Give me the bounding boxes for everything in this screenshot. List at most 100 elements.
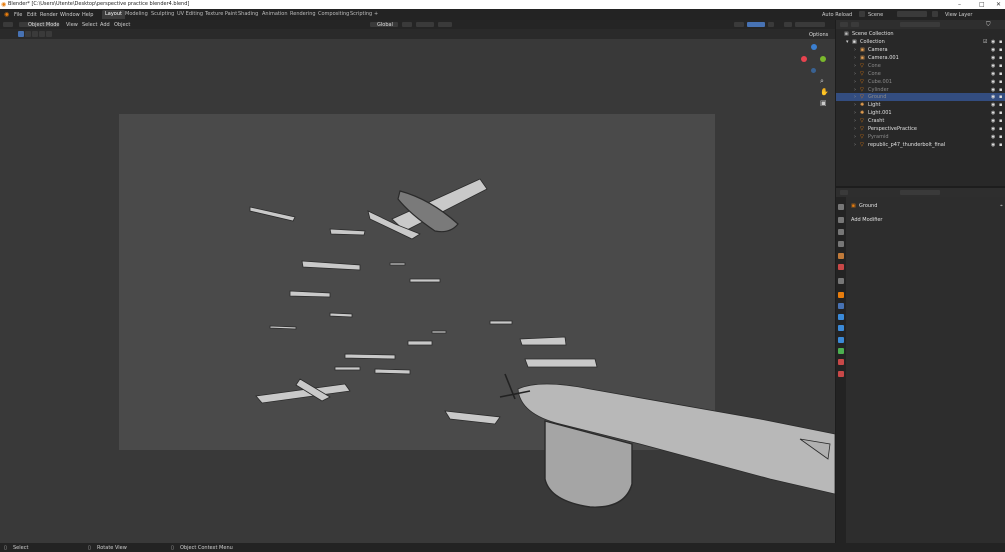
- particles-tab-icon[interactable]: [838, 314, 844, 320]
- eye-icon[interactable]: ◉: [991, 55, 995, 61]
- render-camera-icon[interactable]: ▪: [999, 110, 1002, 116]
- outliner-item[interactable]: › ▽ Cone ◉ ▪: [836, 70, 1005, 78]
- menu-render[interactable]: Render: [40, 12, 58, 18]
- view-layer-selector[interactable]: View Layer: [945, 12, 972, 18]
- eye-icon[interactable]: ◉: [991, 79, 995, 85]
- gizmo-button[interactable]: [747, 22, 765, 27]
- collection-expand-icon[interactable]: ▾: [846, 39, 849, 45]
- menu-file[interactable]: File: [14, 12, 22, 18]
- outliner-item[interactable]: › ▽ Pyramid ◉ ▪: [836, 133, 1005, 141]
- outliner-item[interactable]: › ▣ Camera ◉ ▪: [836, 46, 1005, 54]
- view-layer-icon[interactable]: [932, 11, 938, 17]
- shading-mode-buttons[interactable]: [795, 22, 825, 27]
- expand-arrow-icon[interactable]: ›: [854, 63, 856, 69]
- proportional-edit-button[interactable]: [438, 22, 452, 27]
- add-workspace-button[interactable]: +: [371, 10, 381, 19]
- scene-selector[interactable]: Scene: [868, 12, 883, 18]
- scene-icon[interactable]: [859, 11, 865, 17]
- outliner-item[interactable]: › ✺ Light ◉ ▪: [836, 101, 1005, 109]
- outliner-search-input[interactable]: [900, 22, 940, 27]
- gizmo-neg-z-axis[interactable]: [811, 68, 816, 73]
- data-tab-icon[interactable]: [838, 348, 844, 354]
- select-invert-icon[interactable]: [39, 31, 45, 37]
- visibility-button[interactable]: [734, 22, 744, 27]
- collection-tab-icon[interactable]: [838, 278, 844, 284]
- menu-object[interactable]: Object: [114, 22, 130, 28]
- render-camera-icon[interactable]: ▪: [999, 142, 1002, 148]
- modifier-tab-icon[interactable]: [838, 303, 844, 309]
- outliner-item[interactable]: › ▽ Cone ◉ ▪: [836, 62, 1005, 70]
- close-button[interactable]: ✕: [996, 1, 1001, 8]
- render-camera-icon[interactable]: ▪: [999, 55, 1002, 61]
- eye-icon[interactable]: ◉: [991, 39, 995, 45]
- expand-arrow-icon[interactable]: ›: [854, 94, 856, 100]
- gizmo-y-axis[interactable]: [820, 56, 826, 62]
- render-camera-icon[interactable]: ▪: [999, 94, 1002, 100]
- scene-name-field[interactable]: [897, 11, 927, 17]
- tab-shading[interactable]: Shading: [235, 10, 261, 19]
- outliner-collection[interactable]: ▾ ▣ Collection ☑ ◉ ▪: [836, 38, 1005, 46]
- editor-type-button[interactable]: [3, 22, 13, 27]
- pan-hand-icon[interactable]: ✋: [820, 88, 829, 96]
- render-camera-icon[interactable]: ▪: [999, 47, 1002, 53]
- expand-arrow-icon[interactable]: ›: [854, 118, 856, 124]
- render-camera-icon[interactable]: ▪: [999, 63, 1002, 69]
- properties-editor-type[interactable]: [840, 190, 848, 195]
- zoom-icon[interactable]: ⌕: [820, 77, 824, 86]
- outliner-item[interactable]: › ▽ Cylinder ◉ ▪: [836, 86, 1005, 94]
- filter-icon[interactable]: ⛉: [986, 21, 991, 29]
- render-tab-icon[interactable]: [838, 217, 844, 223]
- auto-reload-label[interactable]: Auto Reload: [822, 12, 852, 18]
- expand-arrow-icon[interactable]: ›: [854, 55, 856, 61]
- collection-checkbox-icon[interactable]: ☑: [983, 39, 987, 45]
- eye-icon[interactable]: ◉: [991, 142, 995, 148]
- xray-button[interactable]: [784, 22, 792, 27]
- expand-arrow-icon[interactable]: ›: [854, 102, 856, 108]
- menu-edit[interactable]: Edit: [27, 12, 37, 18]
- properties-search-input[interactable]: [900, 190, 940, 195]
- tab-animation[interactable]: Animation: [259, 10, 291, 19]
- menu-view[interactable]: View: [66, 22, 78, 28]
- menu-add[interactable]: Add: [100, 22, 110, 28]
- expand-arrow-icon[interactable]: ›: [854, 87, 856, 93]
- eye-icon[interactable]: ◉: [991, 63, 995, 69]
- overlay-button[interactable]: [768, 22, 774, 27]
- select-subtract-icon[interactable]: [32, 31, 38, 37]
- eye-icon[interactable]: ◉: [991, 94, 995, 100]
- eye-icon[interactable]: ◉: [991, 102, 995, 108]
- expand-arrow-icon[interactable]: ›: [854, 79, 856, 85]
- outliner-item[interactable]: › ▽ republic_p47_thunderbolt_final ◉ ▪: [836, 141, 1005, 149]
- render-camera-icon[interactable]: ▪: [999, 134, 1002, 140]
- constraints-tab-icon[interactable]: [838, 337, 844, 343]
- eye-icon[interactable]: ◉: [991, 47, 995, 53]
- menu-select[interactable]: Select: [82, 22, 97, 28]
- add-modifier-button[interactable]: Add Modifier: [851, 217, 883, 223]
- render-camera-icon[interactable]: ▪: [999, 87, 1002, 93]
- expand-arrow-icon[interactable]: ›: [854, 47, 856, 53]
- pin-icon[interactable]: ⌖: [1000, 203, 1003, 209]
- eye-icon[interactable]: ◉: [991, 126, 995, 132]
- outliner-item[interactable]: › ▽ Crasht ◉ ▪: [836, 117, 1005, 125]
- render-camera-icon[interactable]: ▪: [999, 126, 1002, 132]
- expand-arrow-icon[interactable]: ›: [854, 134, 856, 140]
- menu-window[interactable]: Window: [60, 12, 80, 18]
- outliner-editor-type[interactable]: [840, 22, 848, 27]
- camera-view-icon[interactable]: ▣: [820, 99, 827, 107]
- outliner-item[interactable]: › ✺ Light.001 ◉ ▪: [836, 109, 1005, 117]
- gizmo-x-axis[interactable]: [801, 56, 807, 62]
- blender-menu-icon[interactable]: ◉: [4, 11, 9, 18]
- render-camera-icon[interactable]: ▪: [999, 102, 1002, 108]
- outliner-scene-collection[interactable]: ▣ Scene Collection: [836, 30, 1005, 38]
- tool-tab-icon[interactable]: [838, 204, 844, 210]
- eye-icon[interactable]: ◉: [991, 110, 995, 116]
- eye-icon[interactable]: ◉: [991, 87, 995, 93]
- texture-tab-icon[interactable]: [838, 371, 844, 377]
- select-intersect-icon[interactable]: [46, 31, 52, 37]
- outliner-item[interactable]: › ▣ Camera.001 ◉ ▪: [836, 54, 1005, 62]
- object-tab-icon[interactable]: [838, 292, 844, 298]
- world-tab-icon[interactable]: [838, 264, 844, 270]
- expand-arrow-icon[interactable]: ›: [854, 126, 856, 132]
- outliner-item[interactable]: › ▽ Cube.001 ◉ ▪: [836, 78, 1005, 86]
- minimize-button[interactable]: –: [958, 1, 961, 8]
- menu-help[interactable]: Help: [82, 12, 93, 18]
